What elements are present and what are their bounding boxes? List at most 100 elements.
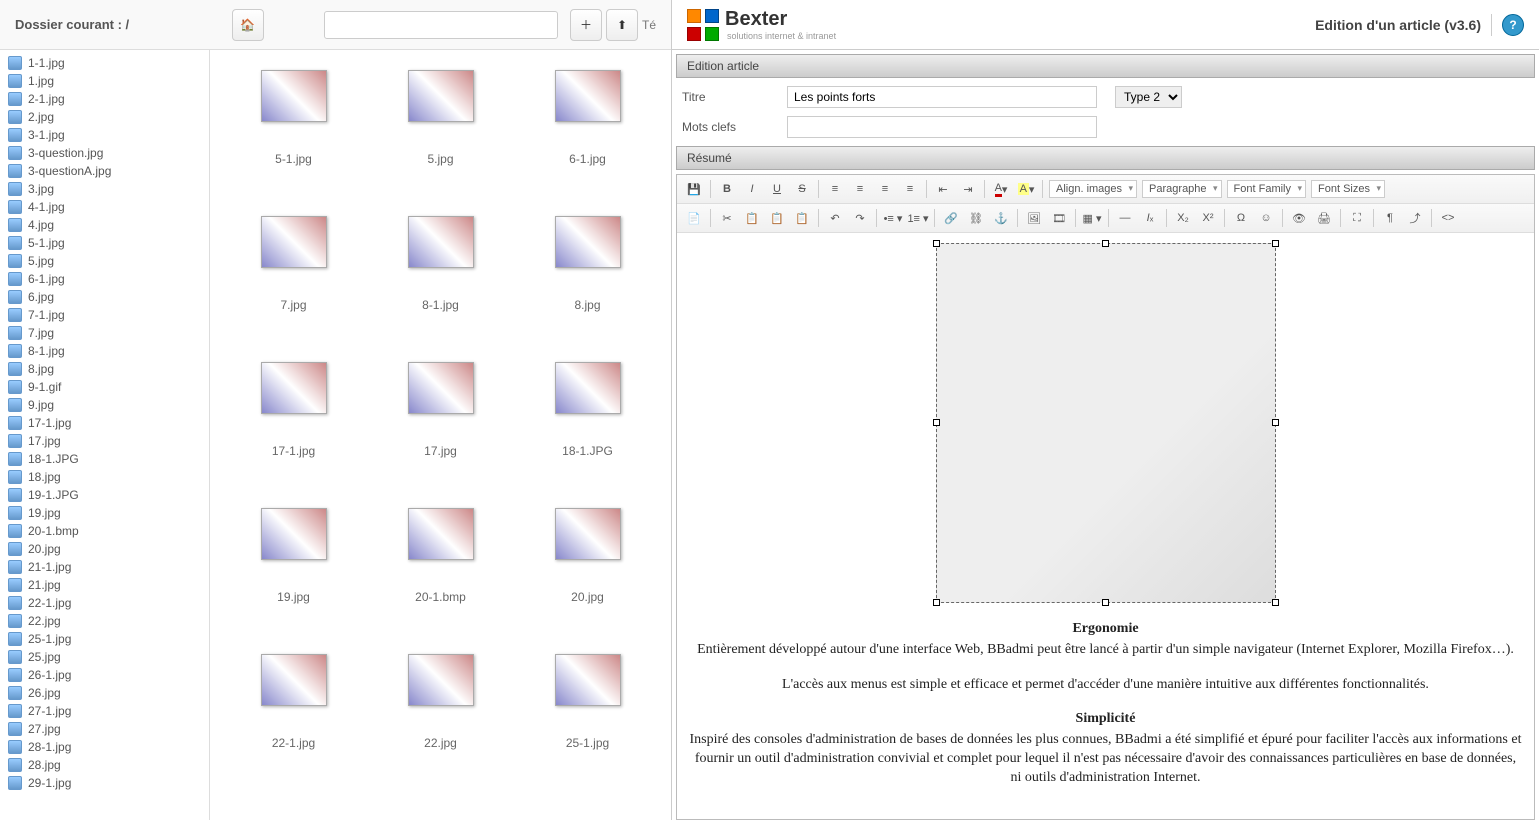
file-list-item[interactable]: 19.jpg <box>2 504 207 522</box>
undo-icon[interactable]: ↶ <box>823 207 847 229</box>
thumbnail-item[interactable]: 25-1.jpg <box>518 654 658 750</box>
resize-handle[interactable] <box>1272 599 1279 606</box>
thumbnail-item[interactable]: 7.jpg <box>224 216 364 312</box>
thumbnail-item[interactable]: 20.jpg <box>518 508 658 604</box>
anchor-icon[interactable]: ⚓ <box>989 207 1013 229</box>
thumbnail-item[interactable]: 20-1.bmp <box>371 508 511 604</box>
special-char-icon[interactable]: Ω <box>1229 207 1253 229</box>
file-list-item[interactable]: 21.jpg <box>2 576 207 594</box>
file-list-item[interactable]: 8-1.jpg <box>2 342 207 360</box>
thumbnail-item[interactable]: 5-1.jpg <box>224 70 364 166</box>
thumbnail-item[interactable]: 19.jpg <box>224 508 364 604</box>
file-list-item[interactable]: 5-1.jpg <box>2 234 207 252</box>
align-right-icon[interactable]: ≡ <box>873 178 897 200</box>
bg-color-icon[interactable]: A ▾ <box>1014 178 1038 200</box>
image-icon[interactable]: 🖼 <box>1022 207 1046 229</box>
file-list-item[interactable]: 7.jpg <box>2 324 207 342</box>
file-list-item[interactable]: 7-1.jpg <box>2 306 207 324</box>
subscript-icon[interactable]: X₂ <box>1171 207 1195 229</box>
resize-handle[interactable] <box>933 240 940 247</box>
thumbnail-item[interactable]: 8-1.jpg <box>371 216 511 312</box>
resize-handle[interactable] <box>1272 240 1279 247</box>
redo-icon[interactable]: ↷ <box>848 207 872 229</box>
align-images-combo[interactable]: Align. images <box>1049 180 1137 198</box>
home-button[interactable]: 🏠 <box>232 9 264 41</box>
mots-input[interactable] <box>787 116 1097 138</box>
file-list[interactable]: 1-1.jpg1.jpg2-1.jpg2.jpg3-1.jpg3-questio… <box>0 50 210 820</box>
fullscreen-icon[interactable]: ⛶ <box>1345 207 1369 229</box>
file-list-item[interactable]: 27.jpg <box>2 720 207 738</box>
file-list-item[interactable]: 1.jpg <box>2 72 207 90</box>
font-family-combo[interactable]: Font Family <box>1227 180 1306 198</box>
bullet-list-icon[interactable]: •≡ ▾ <box>881 207 905 229</box>
thumbnail-item[interactable]: 5.jpg <box>371 70 511 166</box>
unlink-icon[interactable]: ⛓ <box>964 207 988 229</box>
file-list-item[interactable]: 6.jpg <box>2 288 207 306</box>
resize-handle[interactable] <box>1102 599 1109 606</box>
file-list-item[interactable]: 3-question.jpg <box>2 144 207 162</box>
file-list-item[interactable]: 18.jpg <box>2 468 207 486</box>
file-list-item[interactable]: 1-1.jpg <box>2 54 207 72</box>
align-justify-icon[interactable]: ≡ <box>898 178 922 200</box>
file-list-item[interactable]: 22.jpg <box>2 612 207 630</box>
file-list-item[interactable]: 20-1.bmp <box>2 522 207 540</box>
upload-button[interactable]: ⬆ <box>606 9 638 41</box>
save-icon[interactable]: 💾 <box>682 178 706 200</box>
file-list-item[interactable]: 3.jpg <box>2 180 207 198</box>
file-list-item[interactable]: 5.jpg <box>2 252 207 270</box>
table-icon[interactable]: ▦ ▾ <box>1080 207 1104 229</box>
thumbnail-grid[interactable]: 5-1.jpg5.jpg6-1.jpg 7.jpg8-1.jpg8.jpg 17-1… <box>210 50 671 820</box>
copy-icon[interactable]: 📋 <box>740 207 764 229</box>
media-icon[interactable]: 🎞 <box>1047 207 1071 229</box>
file-list-item[interactable]: 4.jpg <box>2 216 207 234</box>
titre-input[interactable] <box>787 86 1097 108</box>
code-icon[interactable]: <> <box>1436 207 1460 229</box>
align-left-icon[interactable]: ≡ <box>823 178 847 200</box>
file-list-item[interactable]: 21-1.jpg <box>2 558 207 576</box>
indent-icon[interactable]: ⇥ <box>956 178 980 200</box>
thumbnail-item[interactable]: 22-1.jpg <box>224 654 364 750</box>
help-button[interactable]: ? <box>1502 14 1524 36</box>
file-list-item[interactable]: 18-1.JPG <box>2 450 207 468</box>
thumbnail-item[interactable]: 22.jpg <box>371 654 511 750</box>
file-list-item[interactable]: 20.jpg <box>2 540 207 558</box>
file-list-item[interactable]: 19-1.JPG <box>2 486 207 504</box>
hr-icon[interactable]: — <box>1113 207 1137 229</box>
thumbnail-item[interactable]: 17-1.jpg <box>224 362 364 458</box>
preview-icon[interactable]: 👁 <box>1287 207 1311 229</box>
emoticon-icon[interactable]: ☺ <box>1254 207 1278 229</box>
thumbnail-item[interactable]: 8.jpg <box>518 216 658 312</box>
editor-content-area[interactable]: Ergonomie Entièrement développé autour d… <box>677 233 1534 819</box>
resize-handle[interactable] <box>933 599 940 606</box>
number-list-icon[interactable]: 1≡ ▾ <box>906 207 930 229</box>
strikethrough-icon[interactable]: S <box>790 178 814 200</box>
type-select[interactable]: Type 2 <box>1115 86 1182 108</box>
add-button[interactable]: ＋ <box>570 9 602 41</box>
file-list-item[interactable]: 2.jpg <box>2 108 207 126</box>
file-list-item[interactable]: 28.jpg <box>2 756 207 774</box>
link-icon[interactable]: 🔗 <box>939 207 963 229</box>
text-color-icon[interactable]: A ▾ <box>989 178 1013 200</box>
file-list-item[interactable]: 25.jpg <box>2 648 207 666</box>
file-list-item[interactable]: 9.jpg <box>2 396 207 414</box>
file-list-item[interactable]: 27-1.jpg <box>2 702 207 720</box>
file-list-item[interactable]: 4-1.jpg <box>2 198 207 216</box>
paragraph-icon[interactable]: ¶ <box>1378 207 1402 229</box>
file-list-item[interactable]: 26.jpg <box>2 684 207 702</box>
resize-handle[interactable] <box>1272 419 1279 426</box>
paste-text-icon[interactable]: 📋 <box>790 207 814 229</box>
resize-handle[interactable] <box>933 419 940 426</box>
file-list-item[interactable]: 17.jpg <box>2 432 207 450</box>
resize-handle[interactable] <box>1102 240 1109 247</box>
align-center-icon[interactable]: ≡ <box>848 178 872 200</box>
bold-icon[interactable]: B <box>715 178 739 200</box>
thumbnail-item[interactable]: 6-1.jpg <box>518 70 658 166</box>
file-list-item[interactable]: 25-1.jpg <box>2 630 207 648</box>
font-sizes-combo[interactable]: Font Sizes <box>1311 180 1385 198</box>
file-list-item[interactable]: 17-1.jpg <box>2 414 207 432</box>
path-input[interactable] <box>324 11 559 39</box>
underline-icon[interactable]: U <box>765 178 789 200</box>
file-list-item[interactable]: 29-1.jpg <box>2 774 207 792</box>
clear-format-icon[interactable]: Iₓ <box>1138 207 1162 229</box>
cut-icon[interactable]: ✂ <box>715 207 739 229</box>
